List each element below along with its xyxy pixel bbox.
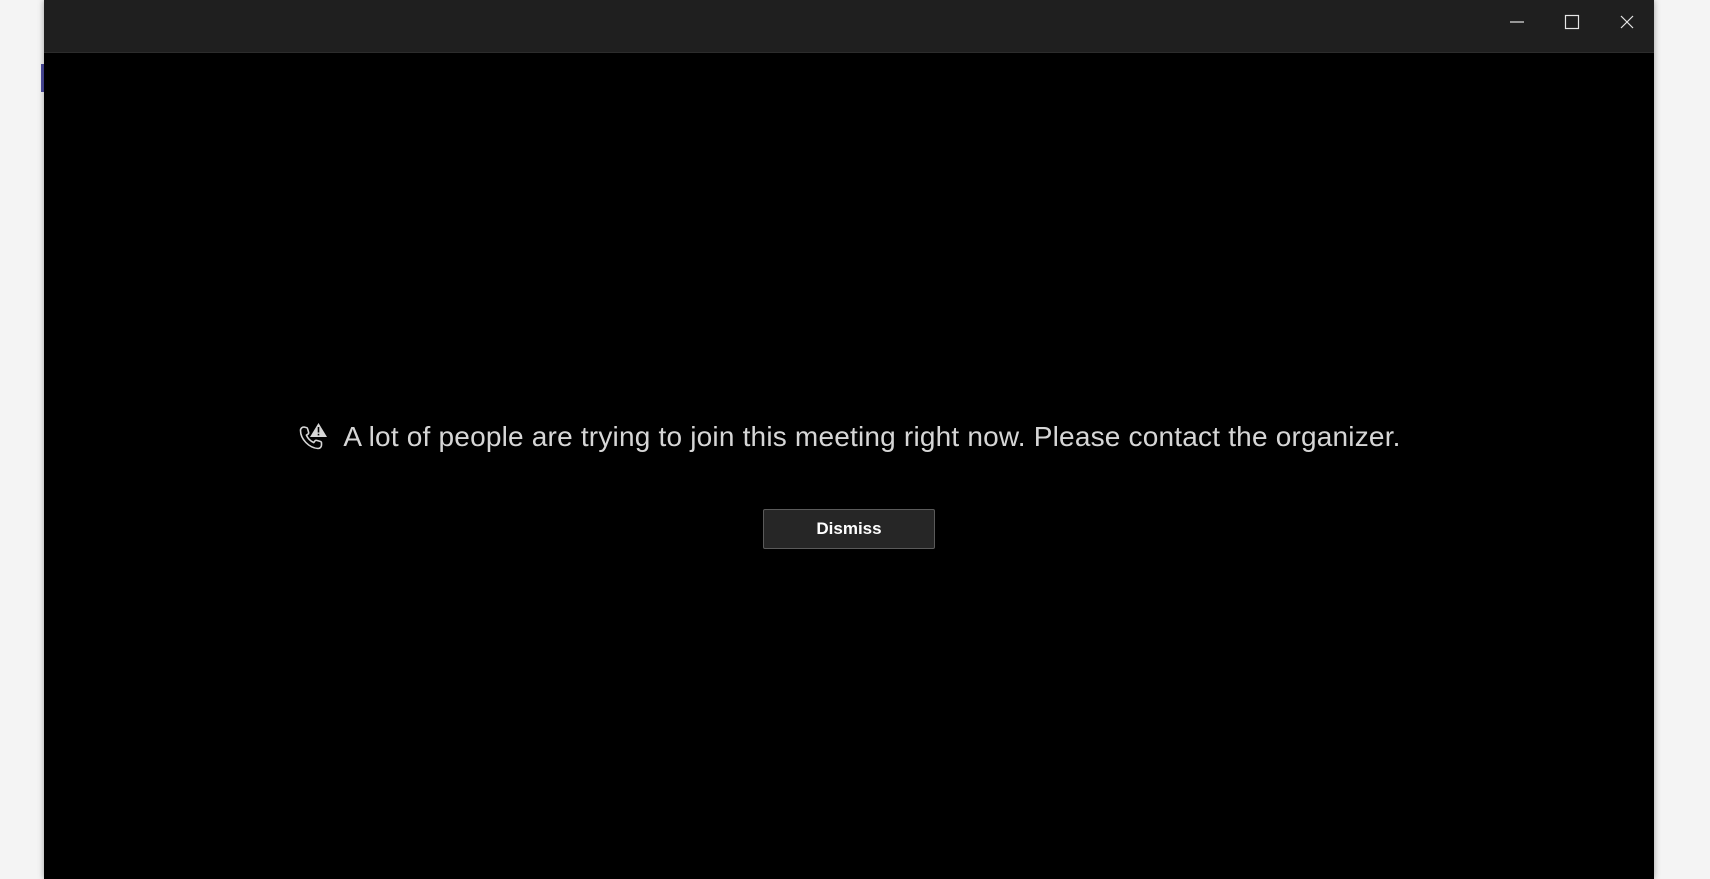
maximize-button[interactable] xyxy=(1544,0,1599,44)
notice: A lot of people are trying to join this … xyxy=(44,421,1654,453)
dismiss-button[interactable]: Dismiss xyxy=(763,509,935,549)
minimize-icon xyxy=(1509,21,1524,23)
title-bar[interactable] xyxy=(44,0,1654,53)
meeting-stage: A lot of people are trying to join this … xyxy=(44,53,1654,879)
call-warning-icon xyxy=(300,423,328,450)
meeting-window: A lot of people are trying to join this … xyxy=(44,0,1654,879)
minimize-button[interactable] xyxy=(1489,0,1544,44)
window-controls xyxy=(1489,0,1654,44)
close-icon xyxy=(1620,15,1633,29)
close-button[interactable] xyxy=(1599,0,1654,44)
desktop: A lot of people are trying to join this … xyxy=(0,0,1710,879)
maximize-icon xyxy=(1564,14,1579,30)
notice-message: A lot of people are trying to join this … xyxy=(343,421,1401,452)
